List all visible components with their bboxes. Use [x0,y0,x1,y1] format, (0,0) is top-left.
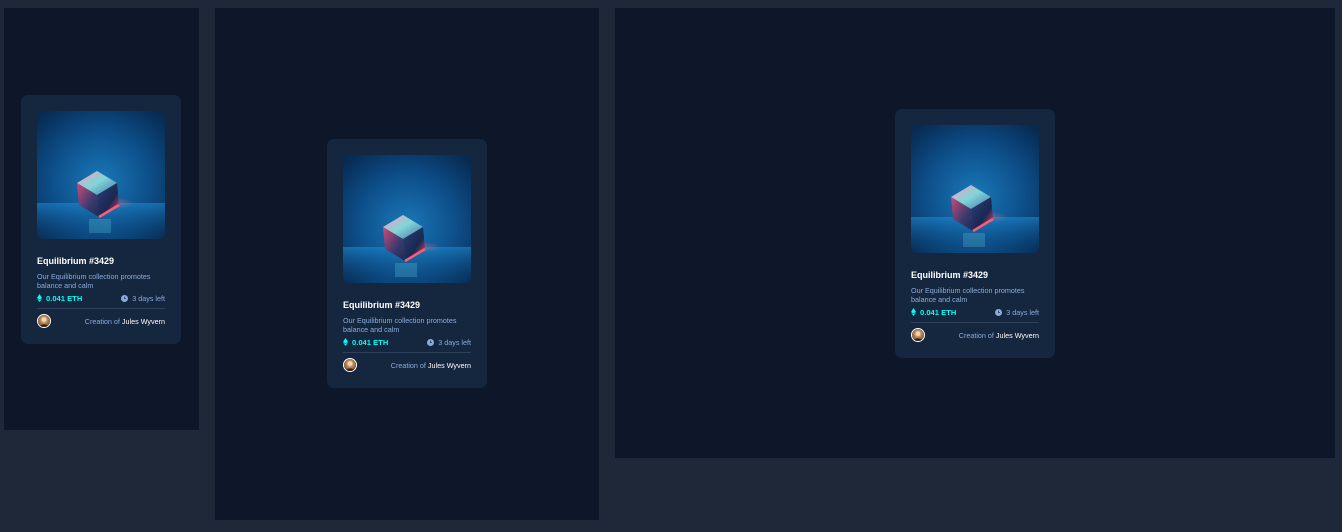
time-left-value: 3 days left [132,293,165,303]
creator-avatar [343,358,357,372]
equilibrium-cube-image[interactable] [343,155,471,283]
creator-credit: Creation of Jules Wyvern [391,361,471,370]
creator-row: Creation of Jules Wyvern [911,328,1039,342]
card-meta: 0.041 ETH 3 days left [343,337,471,347]
card-divider [911,322,1039,323]
creator-row: Creation of Jules Wyvern [37,314,165,328]
price-value: 0.041 ETH [46,293,83,303]
creation-prefix: Creation of [84,316,120,326]
creator-row: Creation of Jules Wyvern [343,358,471,372]
ethereum-icon [343,338,348,346]
creator-avatar [911,328,925,342]
nft-preview-card: Equilibrium #3429 Our Equilibrium collec… [895,109,1055,358]
price: 0.041 ETH [37,294,82,303]
price-value: 0.041 ETH [352,337,389,347]
creator-credit: Creation of Jules Wyvern [85,317,165,326]
card-meta: 0.041 ETH 3 days left [37,293,165,303]
creator-credit: Creation of Jules Wyvern [959,331,1039,340]
time-left: 3 days left [121,294,165,303]
clock-icon [427,338,435,346]
time-left: 3 days left [995,308,1039,317]
creation-prefix: Creation of [390,360,426,370]
nft-preview-card: Equilibrium #3429 Our Equilibrium collec… [21,95,181,344]
creator-name-link[interactable]: Jules Wyvern [428,361,471,370]
card-title[interactable]: Equilibrium #3429 [911,270,1039,281]
price: 0.041 ETH [343,338,388,347]
time-left: 3 days left [427,338,471,347]
card-description: Our Equilibrium collection promotes bala… [343,316,457,334]
equilibrium-cube-image[interactable] [911,125,1039,253]
clock-icon [995,308,1003,316]
card-divider [37,308,165,309]
equilibrium-cube-image[interactable] [37,111,165,239]
card-title[interactable]: Equilibrium #3429 [37,256,165,267]
creator-name-link[interactable]: Jules Wyvern [122,317,165,326]
time-left-value: 3 days left [1006,307,1039,317]
nft-preview-card: Equilibrium #3429 Our Equilibrium collec… [327,139,487,388]
creator-name-link[interactable]: Jules Wyvern [996,331,1039,340]
clock-icon [121,294,129,302]
price: 0.041 ETH [911,308,956,317]
time-left-value: 3 days left [438,337,471,347]
card-description: Our Equilibrium collection promotes bala… [911,286,1025,304]
card-title[interactable]: Equilibrium #3429 [343,300,471,311]
card-divider [343,352,471,353]
creation-prefix: Creation of [958,330,994,340]
ethereum-icon [37,294,42,302]
creator-avatar [37,314,51,328]
ethereum-icon [911,308,916,316]
card-description: Our Equilibrium collection promotes bala… [37,272,151,290]
price-value: 0.041 ETH [920,307,957,317]
card-meta: 0.041 ETH 3 days left [911,307,1039,317]
